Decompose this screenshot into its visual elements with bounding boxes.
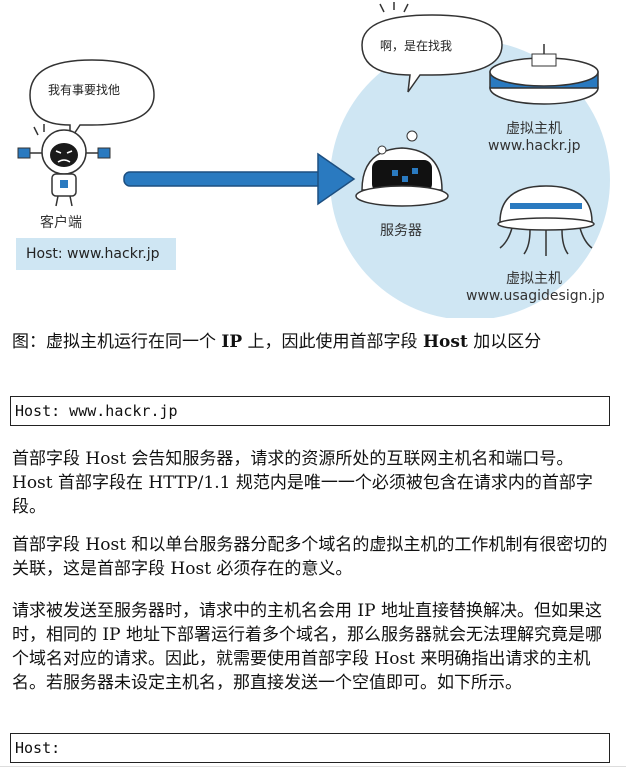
caption-middle: 上，因此使用首部字段 (242, 332, 423, 352)
virtual-host-figure: 我有事要找他 啊，是在找我 客户端 Host: www.hackr.jp 服务器… (0, 0, 626, 318)
virtual-host-1-title: 虚拟主机 (506, 121, 562, 137)
page-bottom-divider (0, 766, 626, 767)
client-bubble-text: 我有事要找他 (48, 83, 121, 97)
caption-suffix: 加以区分 (467, 332, 542, 352)
request-arrow-icon (123, 152, 356, 206)
client-robot-icon (17, 124, 111, 207)
server-label: 服务器 (380, 223, 422, 239)
figure-caption: 图：虚拟主机运行在同一个 IP 上，因此使用首部字段 Host 加以区分 (12, 330, 612, 354)
paragraph-1: 首部字段 Host 会告知服务器，请求的资源所处的互联网主机名和端口号。Host… (12, 449, 593, 517)
virtual-host-2-domain: www.usagidesign.jp (466, 288, 605, 304)
client-speech-bubble (29, 59, 155, 143)
paragraph-3: 请求被发送至服务器时，请求中的主机名会用 IP 地址直接替换解决。但如果这时，相… (12, 601, 602, 693)
code-block-host-example: Host: www.hackr.jp (10, 396, 610, 426)
client-label: 客户端 (40, 215, 82, 231)
caption-ip: IP (221, 332, 243, 352)
virtual-host-1-domain: www.hackr.jp (488, 138, 581, 154)
server-bubble-text: 啊，是在找我 (380, 39, 453, 53)
code-block-empty-host: Host: (10, 733, 610, 763)
paragraph-2: 首部字段 Host 和以单台服务器分配多个域名的虚拟主机的工作机制有很密切的关联… (12, 535, 608, 579)
host-badge: Host: www.hackr.jp (16, 238, 176, 270)
caption-prefix: 图：虚拟主机运行在同一个 (12, 332, 222, 352)
caption-host: Host (422, 332, 468, 352)
virtual-host-2-title: 虚拟主机 (506, 271, 562, 287)
